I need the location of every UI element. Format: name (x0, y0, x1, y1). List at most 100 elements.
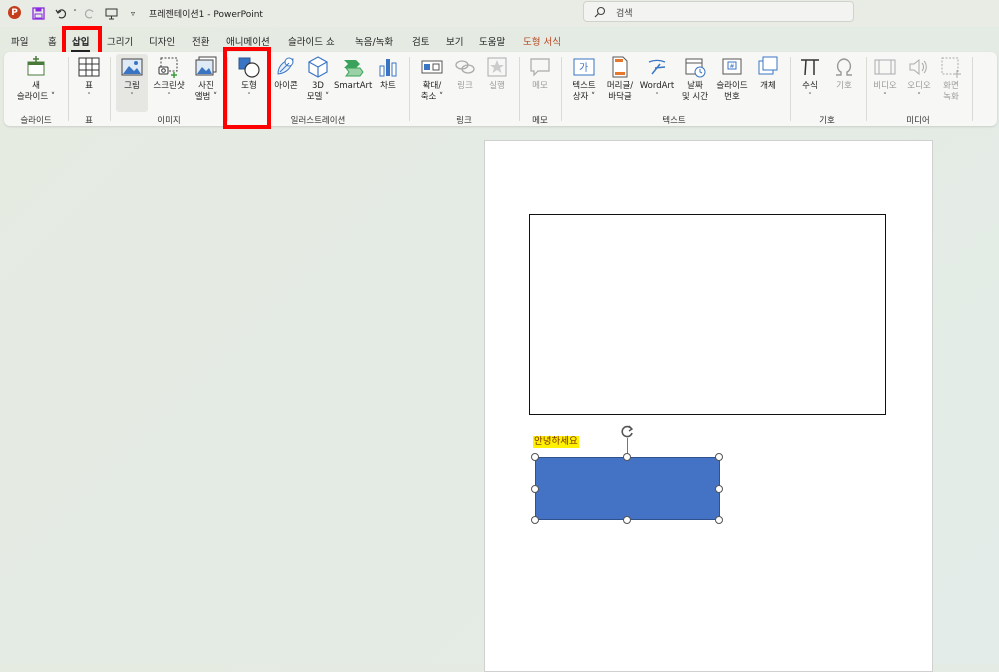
new-slide-button[interactable]: 새 슬라이드 ˅ (10, 56, 62, 103)
group-label-media: 미디어 (906, 116, 930, 126)
3d-models-label-2: 모델 ˅ (306, 92, 330, 102)
resize-handle-bottom[interactable] (623, 516, 631, 524)
resize-handle-top[interactable] (623, 453, 631, 461)
3d-models-button[interactable]: 3D 모델 ˅ (302, 56, 334, 103)
tab-review[interactable]: 검토 (412, 34, 429, 48)
calendar-icon (685, 58, 706, 78)
resize-handle-right[interactable] (715, 485, 723, 493)
group-label-comments: 메모 (532, 116, 548, 126)
video-label: 비디오 (873, 81, 897, 91)
3d-models-label-1: 3D (312, 81, 324, 91)
ribbon-tabs: 파일 홈 삽입 그리기 디자인 전환 애니메이션 슬라이드 쇼 녹음/녹화 검토… (0, 28, 999, 52)
chart-button[interactable]: 차트 (374, 56, 402, 92)
search-input[interactable]: 검색 (583, 1, 854, 22)
video-button[interactable]: 비디오 ˅ (870, 56, 900, 100)
table-label: 표 (85, 81, 93, 91)
photo-album-label-2: 앨범 ˅ (194, 92, 218, 102)
highlighted-text[interactable]: 안녕하세요 (533, 436, 579, 448)
object-icon (758, 56, 778, 75)
symbol-button[interactable]: 기호 (830, 56, 858, 92)
table-icon (78, 57, 100, 77)
customize-toolbar-icon[interactable]: ▿ (126, 6, 140, 20)
object-button[interactable]: 개체 (754, 56, 782, 92)
table-button[interactable]: 표 ˅ (74, 56, 104, 100)
icons-button[interactable]: 아이콘 (268, 56, 304, 92)
wordart-button[interactable]: WordArt ˅ (638, 56, 676, 100)
tab-home[interactable]: 홈 (48, 34, 57, 48)
text-box-icon: 가 (573, 58, 595, 76)
save-icon[interactable] (31, 6, 45, 20)
chevron-down-icon: ˅ (87, 92, 91, 100)
group-label-slides: 슬라이드 (20, 116, 52, 126)
screen-recording-button[interactable]: 화면 녹화 (936, 56, 966, 103)
header-footer-label-2: 바닥글 (608, 92, 632, 102)
text-box-label-1: 텍스트 (572, 81, 596, 91)
smartart-button[interactable]: SmartArt (334, 56, 372, 92)
present-from-start-icon[interactable] (104, 6, 118, 20)
header-footer-icon (612, 56, 628, 78)
header-footer-label-1: 머리글/ (606, 81, 634, 91)
redo-icon[interactable] (82, 6, 96, 20)
screen-recording-label-2: 녹화 (943, 92, 959, 102)
audio-label: 오디오 (907, 81, 931, 91)
tab-help[interactable]: 도움말 (479, 34, 505, 48)
bar-chart-icon (379, 59, 397, 77)
selected-blue-rectangle[interactable] (535, 457, 720, 520)
equation-label: 수식 (802, 81, 818, 91)
tab-transitions[interactable]: 전환 (192, 34, 209, 48)
search-placeholder: 검색 (616, 9, 633, 19)
resize-handle-top-left[interactable] (531, 453, 539, 461)
date-time-label-2: 및 시간 (681, 92, 709, 102)
wordart-icon (648, 59, 666, 75)
header-footer-button[interactable]: 머리글/ 바닥글 (602, 56, 638, 103)
tab-design[interactable]: 디자인 (149, 34, 175, 48)
resize-handle-top-right[interactable] (715, 453, 723, 461)
action-label: 실행 (489, 81, 505, 91)
tab-file[interactable]: 파일 (11, 34, 28, 48)
comment-button[interactable]: 메모 (526, 56, 554, 92)
chevron-down-icon: ˅ (655, 92, 659, 100)
resize-handle-bottom-left[interactable] (531, 516, 539, 524)
link-label: 링크 (457, 81, 473, 91)
tab-shape-format[interactable]: 도형 서식 (523, 34, 561, 48)
action-button[interactable]: 실행 (484, 56, 510, 92)
link-icon (455, 60, 475, 74)
chart-label: 차트 (380, 81, 396, 91)
tab-draw[interactable]: 그리기 (107, 34, 133, 48)
screen-recording-icon (941, 57, 961, 78)
shapes-button[interactable]: 도형 ˅ (234, 56, 264, 100)
date-time-button[interactable]: 날짜 및 시간 (676, 56, 714, 103)
new-slide-label-2: 슬라이드 ˅ (16, 92, 56, 102)
text-box-button[interactable]: 가 텍스트 상자 ˅ (566, 56, 602, 103)
tab-slideshow[interactable]: 슬라이드 쇼 (288, 34, 335, 48)
screenshot-icon (158, 57, 178, 78)
ribbon-separator (227, 57, 228, 121)
link-button[interactable]: 링크 (452, 56, 478, 92)
zoom-icon (421, 60, 443, 74)
photo-album-button[interactable]: 사진 앨범 ˅ (190, 56, 222, 103)
group-label-illustrations: 일러스트레이션 (290, 116, 346, 126)
tab-insert[interactable]: 삽입 (70, 34, 92, 52)
equation-button[interactable]: 수식 ˅ (796, 56, 824, 100)
action-star-icon (487, 57, 507, 77)
chevron-down-icon: ˅ (167, 92, 171, 100)
icons-label: 아이콘 (274, 81, 298, 91)
tab-animations[interactable]: 애니메이션 (226, 34, 270, 48)
slide-number-button[interactable]: # 슬라이드 번호 (712, 56, 752, 103)
undo-dropdown-icon[interactable]: ˅ (68, 6, 82, 20)
tab-view[interactable]: 보기 (446, 34, 463, 48)
new-slide-icon (27, 56, 45, 76)
document-title: 프레젠테이션1 - PowerPoint (149, 10, 263, 20)
zoom-button[interactable]: 확대/ 축소 ˅ (416, 56, 448, 103)
undo-icon[interactable] (54, 6, 68, 20)
screenshot-button[interactable]: 스크린샷 ˅ (150, 56, 188, 100)
rotate-handle-icon[interactable] (620, 424, 635, 439)
resize-handle-left[interactable] (531, 485, 539, 493)
resize-handle-bottom-right[interactable] (715, 516, 723, 524)
smartart-icon (344, 60, 364, 77)
tab-record[interactable]: 녹음/녹화 (355, 34, 393, 48)
audio-button[interactable]: 오디오 ˅ (904, 56, 934, 100)
ribbon-separator (110, 57, 111, 121)
rectangle-shape[interactable] (529, 214, 886, 415)
picture-button[interactable]: 그림 ˅ (116, 54, 148, 112)
